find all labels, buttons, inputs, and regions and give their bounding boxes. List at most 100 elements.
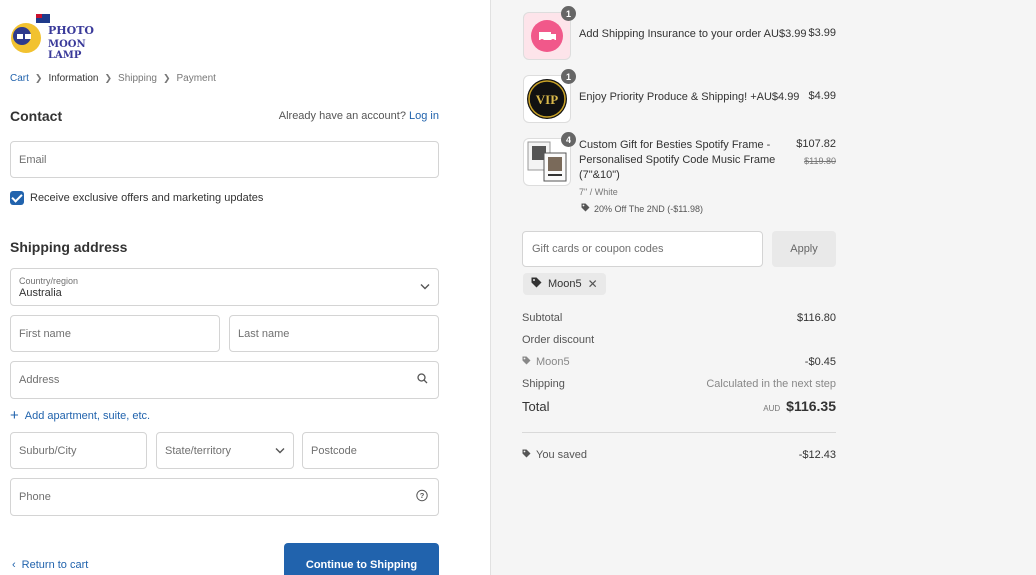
account-prompt: Already have an account? Log in bbox=[279, 110, 439, 122]
breadcrumb: Cart ❯ Information ❯ Shipping ❯ Payment bbox=[10, 73, 216, 84]
tag-icon bbox=[522, 356, 531, 368]
country-label: Country/region bbox=[19, 276, 79, 286]
product-thumbnail: 4 bbox=[523, 132, 576, 186]
last-name-placeholder: Last name bbox=[238, 327, 290, 340]
phone-field[interactable]: Phone ? bbox=[10, 478, 439, 516]
total-value-group: AUD $116.35 bbox=[763, 398, 836, 414]
item-price: $3.99 bbox=[808, 27, 836, 39]
add-apartment-link[interactable]: + Add apartment, suite, etc. bbox=[10, 408, 150, 423]
applied-code-label: Moon5 bbox=[548, 278, 582, 290]
item-original-price: $119.80 bbox=[804, 156, 836, 166]
chevron-right-icon: ❯ bbox=[104, 73, 113, 83]
logo-text-bottom: MOON LAMP bbox=[48, 39, 86, 61]
quantity-badge: 1 bbox=[561, 6, 576, 21]
close-icon[interactable]: ✕ bbox=[588, 277, 598, 291]
country-select[interactable]: Country/region Australia bbox=[10, 268, 439, 306]
savings-label: You saved bbox=[536, 449, 587, 461]
email-placeholder: Email bbox=[19, 153, 47, 166]
coupon-input[interactable]: Gift cards or coupon codes bbox=[522, 231, 763, 267]
chevron-down-icon bbox=[420, 282, 430, 293]
savings-label-group: You saved bbox=[522, 449, 587, 461]
shipping-address-heading: Shipping address bbox=[10, 239, 128, 255]
item-discount-label: 20% Off The 2ND (-$11.98) bbox=[594, 203, 704, 214]
tag-icon bbox=[522, 449, 531, 461]
order-discount-row: Order discount bbox=[522, 334, 836, 346]
chevron-right-icon: ❯ bbox=[34, 73, 43, 83]
item-price: $4.99 bbox=[808, 90, 836, 102]
shipping-insurance-icon bbox=[531, 20, 563, 52]
discount-value: -$0.45 bbox=[804, 356, 836, 368]
item-discount: 20% Off The 2ND (-$11.98) bbox=[581, 203, 703, 214]
checkbox-checked-icon[interactable] bbox=[10, 191, 24, 205]
return-label: Return to cart bbox=[21, 559, 89, 571]
total-label: Total bbox=[522, 399, 550, 414]
state-select[interactable]: State/territory bbox=[156, 432, 294, 469]
item-name-line-2: Personalised Spotify Code Music Frame bbox=[579, 154, 776, 166]
contact-heading: Contact bbox=[10, 108, 63, 124]
apply-coupon-button[interactable]: Apply bbox=[772, 231, 836, 267]
order-discount-label: Order discount bbox=[522, 334, 595, 346]
state-placeholder: State/territory bbox=[165, 444, 232, 457]
shipping-value: Calculated in the next step bbox=[706, 378, 836, 390]
marketing-label: Receive exclusive offers and marketing u… bbox=[30, 192, 264, 204]
logo-text-top: PHOTO bbox=[48, 24, 95, 37]
postcode-field[interactable]: Postcode bbox=[302, 432, 439, 469]
subtotal-row: Subtotal $116.80 bbox=[522, 312, 836, 324]
search-icon bbox=[417, 373, 428, 387]
discount-code-label: Moon5 bbox=[536, 356, 570, 368]
product-thumbnail: 1 bbox=[523, 6, 576, 60]
spotify-frame-icon bbox=[527, 141, 567, 182]
vip-badge-icon: VIP bbox=[527, 79, 567, 119]
item-name: Enjoy Priority Produce & Shipping! +AU$4… bbox=[579, 91, 800, 103]
first-name-field[interactable]: First name bbox=[10, 315, 220, 352]
total-row: Total AUD $116.35 bbox=[522, 398, 836, 414]
quantity-badge: 1 bbox=[561, 69, 576, 84]
breadcrumb-cart[interactable]: Cart bbox=[10, 73, 29, 84]
chevron-down-icon bbox=[275, 445, 285, 456]
login-link[interactable]: Log in bbox=[409, 110, 439, 122]
city-field[interactable]: Suburb/City bbox=[10, 432, 147, 469]
svg-text:VIP: VIP bbox=[536, 92, 558, 107]
discount-code-row: Moon5 -$0.45 bbox=[522, 356, 836, 368]
order-summary-column: 1 Add Shipping Insurance to your order A… bbox=[490, 0, 1036, 575]
marketing-opt-in[interactable]: Receive exclusive offers and marketing u… bbox=[10, 191, 263, 205]
item-variant: 7" / White bbox=[579, 187, 618, 197]
store-logo[interactable]: PHOTO MOON LAMP bbox=[8, 10, 108, 61]
coupon-placeholder: Gift cards or coupon codes bbox=[532, 243, 664, 255]
add-apartment-label: Add apartment, suite, etc. bbox=[24, 409, 151, 422]
item-name-line-1: Custom Gift for Besties Spotify Frame - bbox=[579, 139, 771, 151]
help-icon[interactable]: ? bbox=[416, 489, 428, 505]
product-thumbnail: VIP 1 bbox=[523, 69, 576, 123]
item-price: $107.82 bbox=[796, 138, 836, 150]
return-to-cart-link[interactable]: ‹ Return to cart bbox=[12, 559, 88, 571]
breadcrumb-payment: Payment bbox=[176, 73, 216, 84]
subtotal-label: Subtotal bbox=[522, 312, 563, 324]
city-placeholder: Suburb/City bbox=[19, 444, 77, 457]
applied-code-chip: Moon5 ✕ bbox=[523, 273, 606, 295]
email-field[interactable]: Email bbox=[10, 141, 439, 178]
plus-icon: + bbox=[10, 407, 19, 424]
address-placeholder: Address bbox=[19, 374, 60, 386]
tag-icon bbox=[581, 203, 590, 214]
shipping-row: Shipping Calculated in the next step bbox=[522, 378, 836, 390]
item-name-line-3: (7"&10") bbox=[579, 169, 620, 181]
divider bbox=[522, 432, 836, 433]
subtotal-value: $116.80 bbox=[797, 312, 836, 324]
last-name-field[interactable]: Last name bbox=[229, 315, 439, 352]
total-amount: $116.35 bbox=[786, 398, 836, 414]
shipping-label: Shipping bbox=[522, 378, 565, 390]
line-item: 4 Custom Gift for Besties Spotify Frame … bbox=[523, 132, 836, 218]
first-name-placeholder: First name bbox=[19, 327, 71, 340]
item-name: Add Shipping Insurance to your order AU$… bbox=[579, 28, 807, 40]
discount-code: Moon5 bbox=[522, 356, 570, 368]
continue-to-shipping-button[interactable]: Continue to Shipping bbox=[284, 543, 439, 575]
line-item: VIP 1 Enjoy Priority Produce & Shipping!… bbox=[523, 69, 836, 123]
chevron-right-icon: ❯ bbox=[162, 73, 171, 83]
checkout-form-column: PHOTO MOON LAMP Cart ❯ Information ❯ Shi… bbox=[0, 0, 490, 575]
address-field[interactable]: Address bbox=[10, 361, 439, 399]
svg-text:?: ? bbox=[420, 491, 425, 500]
breadcrumb-shipping: Shipping bbox=[118, 73, 157, 84]
phone-placeholder: Phone bbox=[19, 491, 51, 503]
tag-icon bbox=[531, 277, 542, 291]
breadcrumb-information: Information bbox=[48, 73, 99, 84]
